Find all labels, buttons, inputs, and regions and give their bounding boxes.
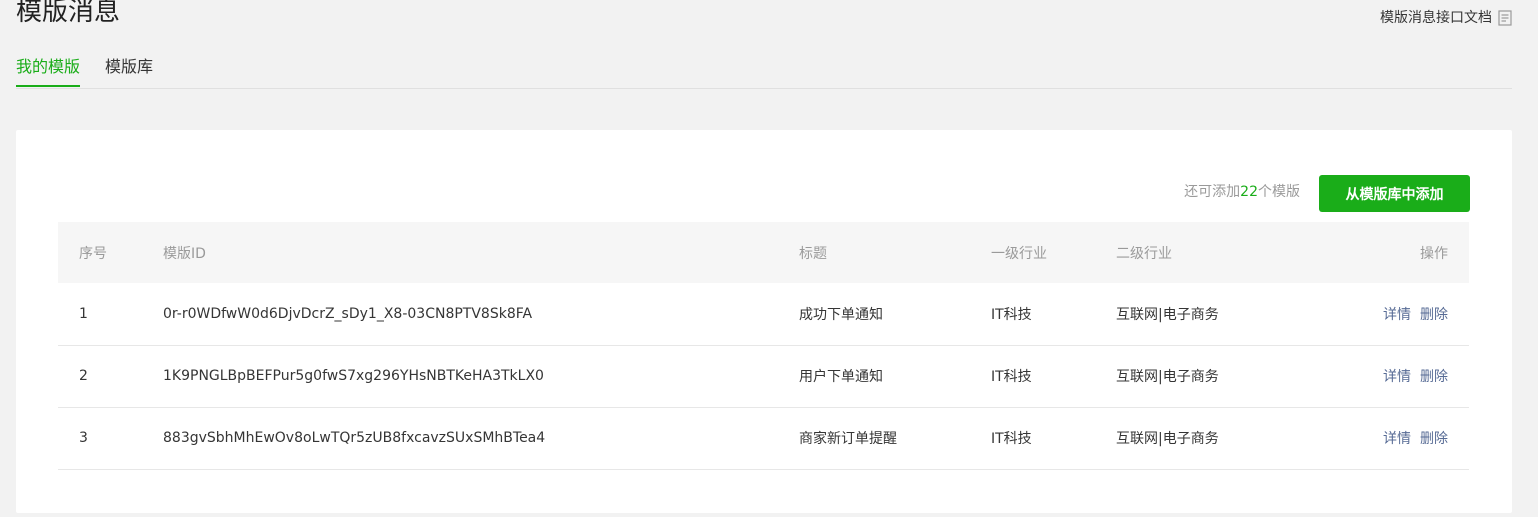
header-secondary-industry: 二级行业 bbox=[1116, 245, 1172, 262]
quota-count: 22 bbox=[1240, 184, 1258, 200]
quota-prefix: 还可添加 bbox=[1184, 184, 1241, 200]
table-row: 1 0r-r0WDfwW0d6DjvDcrZ_sDy1_X8-03CN8PTV8… bbox=[58, 283, 1469, 345]
row-template-id: 0r-r0WDfwW0d6DjvDcrZ_sDy1_X8-03CN8PTV8Sk… bbox=[163, 305, 533, 322]
quota-text: 还可添加22个模版 bbox=[1184, 182, 1300, 202]
row-title: 商家新订单提醒 bbox=[799, 431, 897, 447]
header-primary-industry: 一级行业 bbox=[991, 245, 1047, 262]
header-seq: 序号 bbox=[79, 245, 107, 262]
delete-link[interactable]: 删除 bbox=[1420, 369, 1448, 385]
row-primary-industry: IT科技 bbox=[991, 306, 1032, 323]
row-seq: 3 bbox=[79, 430, 88, 446]
row-secondary-industry: 互联网|电子商务 bbox=[1116, 431, 1219, 447]
tab-bar: 我的模版 模版库 bbox=[16, 54, 1512, 89]
detail-link[interactable]: 详情 bbox=[1383, 431, 1411, 447]
table-row: 2 1K9PNGLBpBEFPur5g0fwS7xg296YHsNBTKeHA3… bbox=[58, 345, 1469, 407]
row-primary-industry: IT科技 bbox=[991, 431, 1032, 447]
quota-suffix: 个模版 bbox=[1258, 184, 1300, 200]
row-secondary-industry: 互联网|电子商务 bbox=[1116, 306, 1219, 323]
add-from-library-button[interactable]: 从模版库中添加 bbox=[1319, 175, 1470, 212]
row-primary-industry: IT科技 bbox=[991, 369, 1032, 385]
document-icon bbox=[1498, 10, 1512, 26]
header-operations: 操作 bbox=[1420, 245, 1448, 262]
delete-link[interactable]: 删除 bbox=[1420, 307, 1448, 323]
row-seq: 1 bbox=[79, 305, 88, 322]
detail-link[interactable]: 详情 bbox=[1383, 307, 1411, 323]
row-operations: 详情 删除 bbox=[1328, 283, 1469, 345]
tab-template-library[interactable]: 模版库 bbox=[105, 54, 153, 87]
template-table: 序号 模版ID 标题 一级行业 二级行业 操作 1 0r-r0WDfwW0d6D… bbox=[58, 222, 1469, 470]
api-doc-link[interactable]: 模版消息接口文档 bbox=[1380, 8, 1512, 28]
api-doc-link-label: 模版消息接口文档 bbox=[1380, 10, 1492, 26]
row-secondary-industry: 互联网|电子商务 bbox=[1116, 369, 1219, 385]
header-template-id: 模版ID bbox=[163, 245, 206, 262]
page-title: 模版消息 bbox=[16, 0, 121, 27]
tab-my-templates[interactable]: 我的模版 bbox=[16, 54, 81, 87]
row-template-id: 1K9PNGLBpBEFPur5g0fwS7xg296YHsNBTKeHA3Tk… bbox=[163, 368, 544, 384]
row-seq: 2 bbox=[79, 368, 88, 384]
row-title: 成功下单通知 bbox=[799, 306, 883, 323]
header-title: 标题 bbox=[799, 245, 827, 262]
delete-link[interactable]: 删除 bbox=[1420, 431, 1448, 447]
detail-link[interactable]: 详情 bbox=[1383, 369, 1411, 385]
template-panel: 还可添加22个模版 从模版库中添加 序号 模版ID 标题 一级行业 二级行业 操… bbox=[16, 130, 1512, 513]
row-operations: 详情 删除 bbox=[1328, 345, 1469, 407]
row-operations: 详情 删除 bbox=[1328, 407, 1469, 469]
row-template-id: 883gvSbhMhEwOv8oLwTQr5zUB8fxcavzSUxSMhBT… bbox=[163, 430, 546, 446]
table-header-row: 序号 模版ID 标题 一级行业 二级行业 操作 bbox=[58, 222, 1469, 283]
row-title: 用户下单通知 bbox=[799, 369, 883, 385]
table-row: 3 883gvSbhMhEwOv8oLwTQr5zUB8fxcavzSUxSMh… bbox=[58, 407, 1469, 469]
